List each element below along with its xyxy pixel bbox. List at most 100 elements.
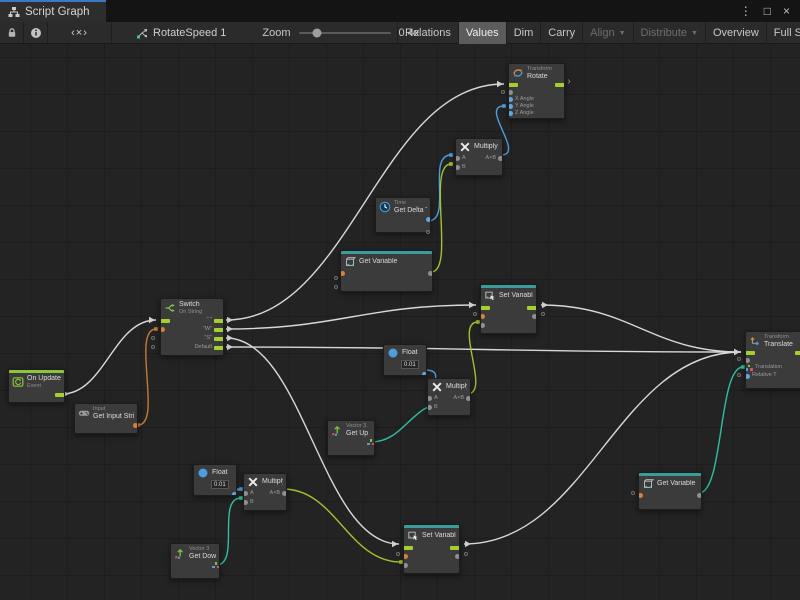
wire-setvar-a-to-translate[interactable] (541, 305, 741, 352)
node-multiply-c[interactable]: MultiplyAA×BB (243, 473, 287, 511)
unconnected-port[interactable] (464, 552, 468, 556)
zoom-slider[interactable] (299, 32, 391, 34)
gray-port[interactable] (455, 165, 460, 170)
gray-port[interactable] (466, 396, 471, 401)
vector3-port[interactable] (367, 439, 375, 446)
value-field[interactable]: 0.01 (211, 480, 229, 489)
gray-port[interactable] (403, 563, 408, 568)
wire-onupdate-to-switch[interactable] (62, 320, 156, 394)
wire-switch-default-to-translate[interactable] (226, 347, 741, 352)
node-transform-translate[interactable]: TransformTranslateTranslationRelative T (745, 331, 800, 389)
orange-port[interactable] (480, 314, 485, 319)
toolbar-button-full-screen[interactable]: Full Screen (766, 22, 800, 44)
unconnected-port[interactable] (631, 491, 635, 495)
node-get-delta-time[interactable]: TimeGet Delta Time (375, 197, 431, 233)
orange-port[interactable] (160, 327, 165, 332)
graph-canvas[interactable]: On UpdateEvent InputGet Input Strin Switch… (0, 44, 800, 600)
flow-port[interactable] (508, 83, 518, 87)
wire-getvar-a-to-multiply-a[interactable] (431, 164, 451, 272)
gray-port[interactable] (508, 90, 513, 95)
toolbar-button-carry[interactable]: Carry (540, 22, 582, 44)
lock-button[interactable] (0, 22, 24, 43)
unconnected-port[interactable] (501, 90, 505, 94)
node-multiply-a[interactable]: MultiplyAA×BB (455, 138, 503, 176)
flow-port[interactable] (450, 546, 460, 550)
unconnected-port[interactable] (151, 336, 155, 340)
gray-port[interactable] (428, 271, 433, 276)
gray-port[interactable] (455, 554, 460, 559)
node-transform-rotate[interactable]: TransformRotateX AngleY AngleZ Angle (508, 63, 565, 119)
blue-port[interactable] (426, 217, 431, 222)
node-get-input-string[interactable]: InputGet Input Strin (74, 403, 138, 434)
orange-port[interactable] (403, 554, 408, 559)
value-field[interactable]: 0.01 (401, 360, 419, 369)
wire-setvar-b-to-translate[interactable] (464, 352, 741, 544)
unconnected-port[interactable] (473, 312, 477, 316)
flow-port[interactable] (55, 393, 65, 397)
gray-port[interactable] (745, 358, 750, 363)
wire-getinput-to-switch[interactable] (138, 329, 156, 425)
flow-port[interactable] (480, 306, 490, 310)
unconnected-port[interactable] (151, 345, 155, 349)
zoom-slider-thumb[interactable] (312, 28, 321, 37)
gray-port[interactable] (697, 493, 702, 498)
flow-port[interactable] (403, 546, 413, 550)
node-set-variable-b[interactable]: Set Variable (403, 524, 460, 574)
blue-port[interactable] (422, 372, 427, 376)
unconnected-port[interactable] (334, 276, 338, 280)
flow-port[interactable] (160, 319, 170, 323)
blue-port[interactable] (745, 374, 750, 379)
gray-port[interactable] (243, 491, 248, 496)
node-switch-on-string[interactable]: SwitchOn String" ""W""S"Default (160, 298, 224, 356)
toolbar-button-overview[interactable]: Overview (705, 22, 766, 44)
orange-port[interactable] (133, 423, 138, 428)
toolbar-button-dim[interactable]: Dim (506, 22, 541, 44)
vector3-port[interactable] (212, 562, 220, 569)
code-preview-button[interactable]: ‹×› (48, 22, 112, 43)
blue-port[interactable] (232, 492, 237, 496)
blue-port[interactable] (508, 111, 513, 116)
node-vector3-get-up[interactable]: Vector 3Get Up (327, 420, 375, 456)
gray-port[interactable] (427, 396, 432, 401)
flow-port[interactable] (214, 337, 224, 341)
close-icon[interactable]: × (783, 5, 790, 17)
node-on-update-event[interactable]: On UpdateEvent (8, 369, 65, 403)
flow-port[interactable] (795, 351, 800, 355)
node-get-variable-b[interactable]: Get Variable (638, 472, 702, 510)
gray-port[interactable] (498, 156, 503, 161)
node-float-a[interactable]: Float0.01 (383, 344, 427, 376)
toolbar-button-relations[interactable]: Relations (397, 22, 458, 44)
gray-port[interactable] (282, 491, 287, 496)
unconnected-port[interactable] (334, 285, 338, 289)
unconnected-port[interactable] (541, 312, 545, 316)
unconnected-port[interactable] (426, 230, 430, 234)
orange-port[interactable] (340, 271, 345, 276)
gray-port[interactable] (455, 156, 460, 161)
gray-port[interactable] (427, 405, 432, 410)
node-multiply-b[interactable]: MultiplyAA×BB (427, 378, 471, 416)
toolbar-button-values[interactable]: Values (458, 22, 506, 44)
node-vector3-get-down[interactable]: Vector 3Get Down (170, 543, 220, 579)
orange-port[interactable] (638, 493, 643, 498)
gray-port[interactable] (532, 314, 537, 319)
unconnected-port[interactable] (737, 373, 741, 377)
gray-port[interactable] (480, 323, 485, 328)
unconnected-port[interactable] (737, 357, 741, 361)
maximize-icon[interactable]: □ (764, 5, 771, 17)
node-get-variable-a[interactable]: Get Variable (340, 250, 433, 292)
menu-icon[interactable]: ⋮ (740, 5, 752, 17)
info-button[interactable] (24, 22, 48, 43)
wire-switch-w-to-setvar-a[interactable] (226, 305, 476, 329)
vector3-port[interactable] (745, 365, 753, 372)
flow-port[interactable] (745, 351, 755, 355)
gray-port[interactable] (243, 500, 248, 505)
wire-getvar-b-to-translate[interactable] (699, 367, 743, 493)
tab-script-graph[interactable]: Script Graph (0, 0, 106, 22)
unconnected-port[interactable] (396, 552, 400, 556)
flow-port[interactable] (555, 83, 565, 87)
flow-port[interactable] (214, 319, 224, 323)
node-float-b[interactable]: Float0.01 (193, 464, 237, 496)
flow-port[interactable] (527, 306, 537, 310)
flow-port[interactable] (214, 328, 224, 332)
graph-selector[interactable]: RotateSpeed 1 (126, 22, 236, 43)
